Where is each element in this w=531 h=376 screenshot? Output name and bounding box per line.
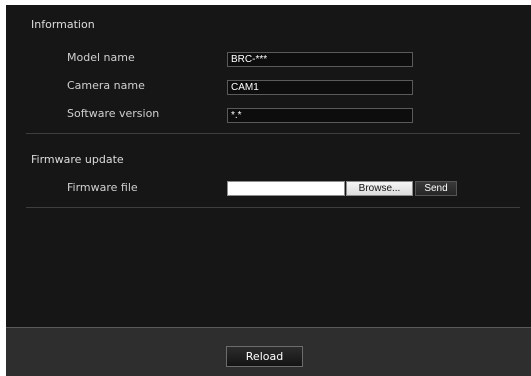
browse-button[interactable]: Browse... <box>346 181 413 196</box>
camera-name-value: CAM1 <box>227 80 413 95</box>
send-button[interactable]: Send <box>415 181 457 196</box>
camera-name-label: Camera name <box>67 79 145 92</box>
settings-panel: Information Model name BRC-*** Camera na… <box>6 5 531 327</box>
software-version-value: *.* <box>227 108 413 123</box>
information-section-title: Information <box>31 18 95 31</box>
section-divider <box>26 207 520 208</box>
firmware-file-input[interactable] <box>227 181 345 196</box>
settings-screen: Information Model name BRC-*** Camera na… <box>6 5 531 376</box>
footer-bar: Reload <box>6 327 531 376</box>
model-name-value: BRC-*** <box>227 52 413 67</box>
firmware-file-label: Firmware file <box>67 181 138 194</box>
model-name-label: Model name <box>67 51 135 64</box>
reload-button[interactable]: Reload <box>226 346 303 367</box>
software-version-label: Software version <box>67 107 160 120</box>
section-divider <box>26 133 520 134</box>
firmware-update-section-title: Firmware update <box>31 153 124 166</box>
